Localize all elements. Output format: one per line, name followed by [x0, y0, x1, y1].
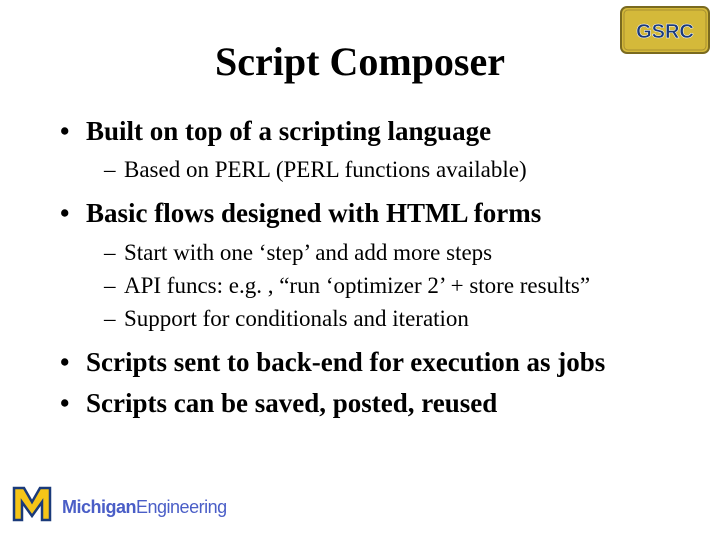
sub-list: Start with one ‘step’ and add more steps…	[86, 237, 670, 334]
bullet-list: Built on top of a scripting language Bas…	[50, 113, 670, 421]
bullet-text: Scripts sent to back-end for execution a…	[86, 347, 605, 377]
sub-item: Support for conditionals and iteration	[104, 303, 670, 334]
slide-content: Built on top of a scripting language Bas…	[50, 113, 670, 421]
brand-bold: Michigan	[62, 497, 136, 517]
bullet-item: Scripts sent to back-end for execution a…	[60, 344, 670, 380]
sub-item: Start with one ‘step’ and add more steps	[104, 237, 670, 268]
bullet-text: Basic flows designed with HTML forms	[86, 198, 541, 228]
sub-item: API funcs: e.g. , “run ‘optimizer 2’ + s…	[104, 270, 670, 301]
svg-text:GSRC: GSRC	[636, 21, 694, 43]
slide-title: Script Composer	[50, 38, 670, 85]
gsrc-logo: GSRC	[620, 6, 710, 54]
michigan-logo	[10, 480, 55, 530]
bullet-text: Built on top of a scripting language	[86, 116, 491, 146]
bullet-item: Scripts can be saved, posted, reused	[60, 385, 670, 421]
bullet-item: Basic flows designed with HTML forms Sta…	[60, 195, 670, 334]
bullet-text: Scripts can be saved, posted, reused	[86, 388, 497, 418]
footer-brand: MichiganEngineering	[62, 497, 227, 518]
sub-item: Based on PERL (PERL functions available)	[104, 154, 670, 185]
brand-light: Engineering	[136, 497, 227, 517]
slide: GSRC Script Composer Built on top of a s…	[0, 0, 720, 540]
bullet-item: Built on top of a scripting language Bas…	[60, 113, 670, 185]
sub-list: Based on PERL (PERL functions available)	[86, 154, 670, 185]
